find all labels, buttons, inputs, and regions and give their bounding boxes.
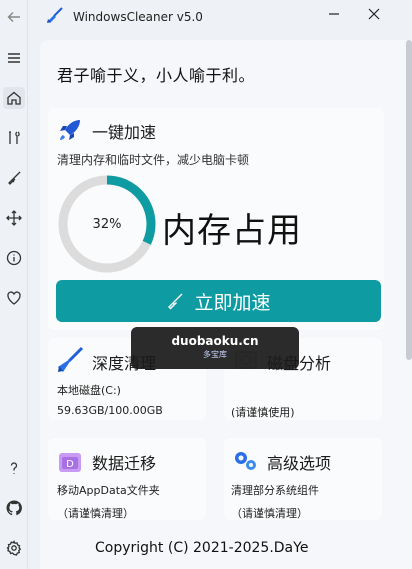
broom-icon[interactable] [3,167,25,189]
gears-icon [235,452,256,470]
speed-description: 清理内存和临时文件，减少电脑卡顿 [57,153,250,167]
scrollbar[interactable] [406,40,412,360]
watermark: duobaoku.cn 多宝库 [131,327,299,369]
deep-clean-drive: 本地磁盘(C:) [57,384,121,397]
settings-icon[interactable] [3,537,25,559]
app-logo-icon [47,7,63,23]
minimize-button[interactable] [314,0,354,28]
close-button[interactable] [354,0,394,28]
advanced-note: （请谨慎清理） [231,507,308,520]
boost-button-label: 立即加速 [194,292,271,314]
back-icon[interactable] [3,6,25,28]
watermark-subtext: 多宝库 [203,350,227,359]
github-icon[interactable] [3,497,25,519]
advanced-title: 高级选项 [267,454,332,473]
copyright-text: Copyright (C) 2021-2025.DaYe [95,540,309,556]
migrate-title: 数据迁移 [92,454,157,473]
migrate-note: （请谨慎清理） [57,507,134,520]
home-icon[interactable] [3,87,25,109]
memory-label: 内存占用 [162,211,302,251]
rocket-icon [60,120,80,140]
advanced-desc: 清理部分系统组件 [231,484,319,497]
disk-analysis-note: (请谨慎使用) [231,406,295,419]
tools-icon[interactable] [3,127,25,149]
migrate-desc: 移动AppData文件夹 [57,484,160,497]
migrate-icon: D [59,453,81,472]
title-bar: WindowsCleaner v5.0 [28,0,412,36]
svg-text:D: D [66,459,74,470]
deep-clean-usage: 59.63GB/100.00GB [57,404,163,417]
menu-icon[interactable] [3,47,25,69]
help-icon[interactable] [3,457,25,479]
memory-percent: 32% [92,217,122,232]
app-title: WindowsCleaner v5.0 [73,10,203,24]
speed-title: 一键加速 [92,123,157,142]
boost-button[interactable]: 立即加速 [56,280,381,322]
deep-clean-icon [58,346,84,372]
watermark-text: duobaoku.cn [171,334,259,348]
heart-icon[interactable] [3,287,25,309]
move-icon[interactable] [3,207,25,229]
main-panel: 君子喻于义，小人喻于利。 一键加速 清理内存和临时文件，减少电脑卡顿 32% 内… [40,40,412,569]
motto-text: 君子喻于义，小人喻于利。 [57,66,256,85]
info-icon[interactable] [3,247,25,269]
nav-rail [0,0,28,569]
broom-icon [168,293,183,310]
